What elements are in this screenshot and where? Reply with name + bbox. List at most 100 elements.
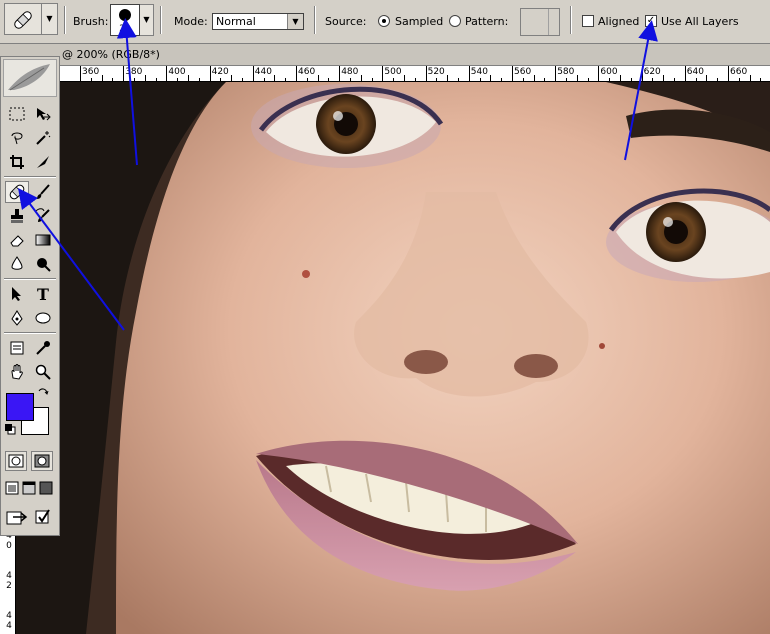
pattern-radio[interactable] <box>449 15 461 27</box>
eraser-tool[interactable] <box>5 229 29 251</box>
ruler-minor-tick <box>663 75 665 81</box>
path-selection-tool[interactable] <box>5 283 29 305</box>
history-brush-icon <box>35 208 50 222</box>
rect-marquee-icon <box>9 107 25 121</box>
sampled-label: Sampled <box>395 15 444 28</box>
document-title-bar[interactable]: @ 200% (RGB/8*) <box>0 44 770 66</box>
divider <box>314 6 316 34</box>
bandage-icon <box>9 184 25 200</box>
ruler-minor-tick <box>90 78 92 81</box>
ruler-tick <box>209 66 211 81</box>
pattern-picker[interactable] <box>520 8 560 36</box>
move-icon <box>37 108 51 121</box>
slice-tool[interactable] <box>31 151 55 173</box>
sampled-radio[interactable] <box>378 15 390 27</box>
dodge-icon <box>37 258 51 272</box>
toolbox-panel: T <box>0 56 60 536</box>
move-tool[interactable] <box>31 103 55 125</box>
zoom-tool[interactable] <box>31 361 55 383</box>
dodge-tool[interactable] <box>31 253 55 275</box>
divider <box>64 6 66 34</box>
clone-stamp-tool[interactable] <box>5 205 29 227</box>
brush-tool[interactable] <box>31 181 55 203</box>
hand-tool[interactable] <box>5 361 29 383</box>
ruler-label: 460 <box>298 67 316 77</box>
toolbox-divider <box>4 332 56 334</box>
toolbox-header[interactable] <box>3 59 57 97</box>
slice-knife-icon <box>37 156 49 168</box>
magic-wand-tool[interactable] <box>31 127 55 149</box>
document-canvas[interactable] <box>16 82 770 634</box>
ruler-tick <box>684 66 686 81</box>
marquee-tool[interactable] <box>5 103 29 125</box>
pen-tool[interactable] <box>5 307 29 329</box>
default-colors-icon[interactable] <box>4 423 16 435</box>
ruler-minor-tick <box>458 78 459 81</box>
gradient-tool[interactable] <box>31 229 55 251</box>
notes-tool[interactable] <box>5 337 29 359</box>
standard-mode-icon <box>8 454 24 468</box>
ruler-minor-tick <box>112 78 114 81</box>
use-all-layers-label: Use All Layers <box>661 15 739 28</box>
jump-to-imageready-icon[interactable] <box>5 507 29 527</box>
type-tool[interactable]: T <box>31 283 55 305</box>
ruler-label: 640 <box>686 67 704 77</box>
ruler-minor-tick <box>101 75 103 81</box>
ruler-minor-tick <box>198 78 200 81</box>
ruler-minor-tick <box>144 75 146 81</box>
mode-select[interactable]: Normal ▼ <box>212 13 304 30</box>
magnifier-icon <box>35 364 51 380</box>
ruler-minor-tick <box>360 75 362 81</box>
ruler-minor-tick <box>738 78 740 81</box>
crop-tool[interactable] <box>5 151 29 173</box>
ruler-minor-tick <box>393 78 395 81</box>
screen-mode-full-icon[interactable] <box>39 481 53 495</box>
ruler-minor-tick <box>522 78 524 81</box>
history-brush-tool[interactable] <box>31 205 55 227</box>
ruler-tick <box>339 66 341 81</box>
ruler-horizontal[interactable]: 360 380 400 420 440 460 480 500 520 540 560 580 600 6… <box>0 66 770 82</box>
ruler-minor-tick <box>328 78 330 81</box>
paintbrush-icon <box>37 184 50 199</box>
standard-mode-button[interactable] <box>5 451 27 471</box>
ruler-label: 4 <box>6 611 12 621</box>
healing-brush-tool[interactable] <box>5 181 29 203</box>
shape-tool[interactable] <box>31 307 55 329</box>
lasso-tool[interactable] <box>5 127 29 149</box>
ruler-minor-tick <box>609 78 611 81</box>
ruler-minor-tick <box>587 78 589 81</box>
tool-preset-dropdown-icon[interactable]: ▼ <box>42 3 58 35</box>
ruler-label: 480 <box>341 67 359 77</box>
ruler-minor-tick <box>155 78 157 81</box>
ruler-minor-tick <box>242 78 243 81</box>
screen-mode-standard-icon[interactable] <box>5 481 19 495</box>
imageready-icon[interactable] <box>33 507 53 527</box>
ruler-minor-tick <box>188 75 189 81</box>
aligned-checkbox[interactable] <box>582 15 594 27</box>
use-all-layers-checkbox[interactable]: ✓ <box>645 15 657 27</box>
ruler-minor-tick <box>490 75 492 81</box>
tool-preset-picker[interactable] <box>4 3 42 35</box>
gradient-icon <box>35 234 51 246</box>
ruler-minor-tick <box>371 78 373 81</box>
ruler-label: 520 <box>427 67 445 77</box>
brush-preview[interactable]: 20 <box>110 4 140 36</box>
screen-mode-full-menu-icon[interactable] <box>22 481 36 495</box>
quick-mask-icon <box>34 454 50 468</box>
ruler-minor-tick <box>285 78 287 81</box>
brush-dropdown-icon[interactable]: ▼ <box>140 4 154 36</box>
ruler-tick <box>382 66 384 81</box>
swap-colors-icon[interactable] <box>37 387 49 399</box>
chevron-down-icon: ▼ <box>287 14 303 29</box>
quick-mask-button[interactable] <box>31 451 53 471</box>
ruler-label: 620 <box>643 67 661 77</box>
ruler-minor-tick <box>652 78 654 81</box>
eyedropper-tool[interactable] <box>31 337 55 359</box>
blur-tool[interactable] <box>5 253 29 275</box>
ruler-tick <box>296 66 297 81</box>
ruler-tick <box>252 66 254 81</box>
foreground-color-swatch[interactable] <box>6 393 34 421</box>
ruler-minor-tick <box>566 78 567 81</box>
divider <box>570 6 572 34</box>
brush-tip-icon <box>119 9 131 21</box>
